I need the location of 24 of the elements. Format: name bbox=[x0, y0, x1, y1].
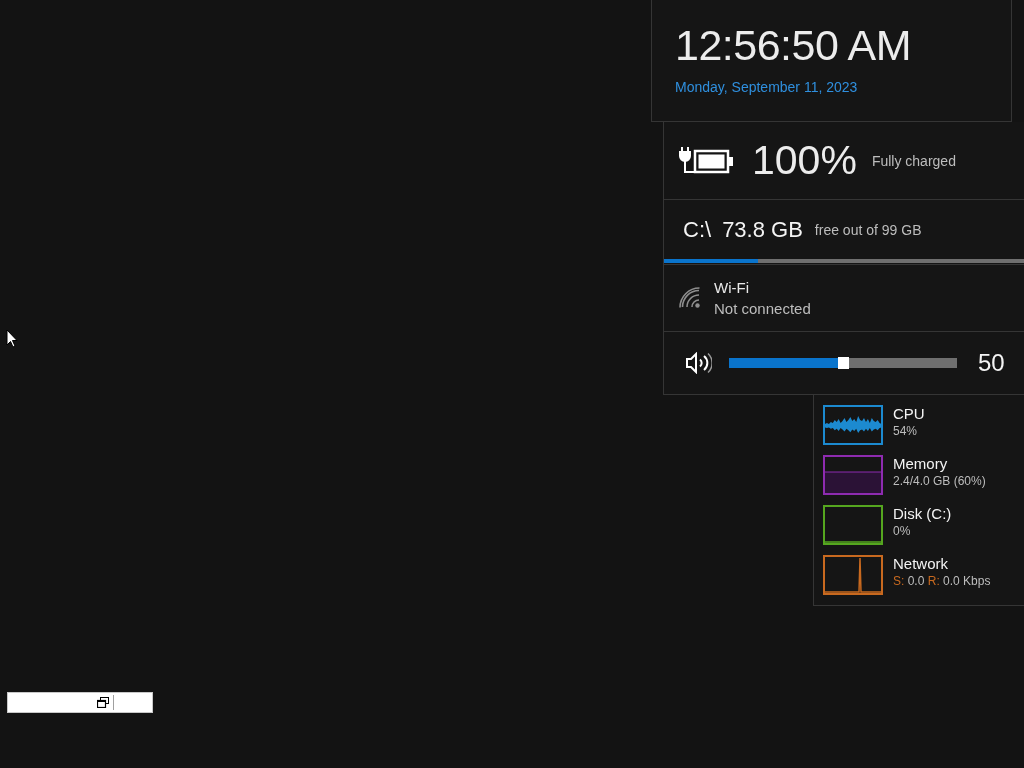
restore-button[interactable] bbox=[96, 696, 110, 709]
clock-time: 12:56:50 AM bbox=[675, 24, 912, 67]
battery-status: Fully charged bbox=[871, 152, 956, 169]
disk-space-detail: free out of 99 GB bbox=[814, 221, 922, 238]
metric-name: CPU bbox=[893, 405, 925, 422]
metric-name: Disk (C:) bbox=[893, 505, 952, 522]
wifi-status: Not connected bbox=[714, 300, 811, 317]
wifi-name: Wi-Fi bbox=[714, 279, 750, 296]
metric-reading: 0% bbox=[893, 524, 912, 538]
metric-name: Memory bbox=[893, 455, 949, 472]
volume-thumb[interactable] bbox=[837, 357, 849, 369]
metric-reading: 2.4/4.0 GB (60%) bbox=[893, 474, 986, 488]
metric-name: Network bbox=[893, 555, 949, 572]
volume-slider[interactable] bbox=[729, 358, 957, 368]
volume-reading: 50 bbox=[978, 349, 1005, 377]
metric-reading: 54% bbox=[893, 424, 919, 438]
drive-label: C:\ bbox=[683, 216, 712, 243]
clock-date: Monday, September 11, 2023 bbox=[675, 79, 859, 95]
mouse-pointer-icon bbox=[6, 329, 18, 348]
metric-reading: S: 0.0 R: 0.0 Kbps bbox=[893, 574, 991, 588]
free-space: 73.8 GB bbox=[722, 216, 803, 243]
speaker-icon bbox=[685, 352, 712, 374]
restore-icon bbox=[97, 697, 109, 708]
battery-percentage: 100% bbox=[752, 140, 857, 181]
